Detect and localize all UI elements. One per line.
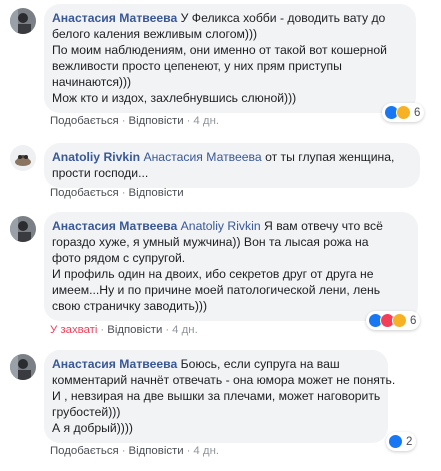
comment-text-line: имеем...Ну и по причине моей патологичес… (52, 283, 381, 297)
comment-actions: У захваті · Відповісти · 4 дн. (50, 324, 198, 336)
comment-timestamp[interactable]: 4 дн. (193, 445, 219, 457)
love-reaction-button[interactable]: У захваті (50, 324, 97, 336)
comment-bubble: Anatoliy Rivkin Анастасия Матвеева от ты… (44, 143, 420, 188)
haha-icon (396, 105, 411, 120)
avatar[interactable] (10, 354, 36, 380)
avatar[interactable] (10, 8, 36, 34)
comment-bubble: Анастасия Матвеева Боюсь, если супруга н… (44, 350, 396, 443)
comment-text-line: Мож кто и издох, захлебнувшись слюной))) (52, 91, 297, 105)
comment-text-line: вежливости просто цепенеют, у них прям п… (52, 59, 342, 73)
comment-timestamp[interactable]: 4 дн. (172, 324, 198, 336)
like-button[interactable]: Подобається (50, 445, 119, 457)
comment-text-line: И , невзирая на две вышки за плечами, мо… (52, 389, 381, 403)
comment-author[interactable]: Анастасия Матвеева (52, 357, 177, 371)
like-button[interactable]: Подобається (50, 187, 119, 199)
like-button[interactable]: Подобається (50, 115, 119, 127)
comment-text-line: А я добрый)))) (52, 421, 133, 435)
comment-author[interactable]: Анастасия Матвеева (52, 11, 177, 25)
comment-text-line: белого каления вежливым слогом))) (52, 27, 258, 41)
comment-text-line: комментарий начнёт отвечать - она юмора … (52, 373, 396, 387)
reactions-summary[interactable]: 2 (386, 432, 417, 451)
reaction-count: 6 (414, 106, 421, 119)
mention-link[interactable]: Anatoliy Rivkin (181, 219, 261, 233)
haha-icon (392, 313, 407, 328)
comment-text-line: грубостей))) (52, 405, 121, 419)
reply-button[interactable]: Відповісти (128, 115, 183, 127)
reaction-count: 6 (410, 314, 417, 327)
comment-bubble: Анастасия Матвеева У Феликса хобби - дов… (44, 4, 416, 113)
comment-timestamp[interactable]: 4 дн. (193, 115, 219, 127)
comment-author[interactable]: Anatoliy Rivkin (52, 150, 140, 164)
comment-text-line: прости господи... (52, 166, 149, 180)
like-icon (388, 434, 403, 449)
comment-bubble: Анастасия Матвеева Anatoliy Rivkin Я вам… (44, 212, 418, 321)
reply-button[interactable]: Відповісти (107, 324, 162, 336)
comment-author[interactable]: Анастасия Матвеева (52, 219, 177, 233)
comment-text-line: гораздо хуже, я умный мужчина)) Вон та л… (52, 235, 369, 249)
comment-text-line: И профиль один на двоих, ибо секретов др… (52, 267, 374, 281)
comment-text-line: фото рядом с супругой. (52, 251, 186, 265)
comment-text-line: начинаются))) (52, 75, 132, 89)
reactions-summary[interactable]: 6 (366, 311, 421, 330)
comment-text-line: Боюсь, если супруга на ваш (180, 357, 340, 371)
comment-actions: Подобається · Відповісти · 4 дн. (50, 445, 220, 457)
comment-text-line: Я вам отвечу что всё (264, 219, 383, 233)
comment-actions: Подобається · Відповісти (50, 187, 184, 199)
reactions-summary[interactable]: 6 (382, 103, 425, 122)
reply-button[interactable]: Відповісти (128, 187, 183, 199)
comment-text-line: У Феликса хобби - доводить вату до (180, 11, 386, 25)
comment-text-line: свою страничку заводить))) (52, 299, 208, 313)
reaction-count: 2 (406, 435, 413, 448)
comment-text-line: от ты глупая женщина, (265, 150, 395, 164)
comment-actions: Подобається · Відповісти · 4 дн. (50, 115, 220, 127)
comment-text-line: По моим наблюдениям, они именно от такой… (52, 43, 387, 57)
reply-button[interactable]: Відповісти (128, 445, 183, 457)
avatar[interactable] (10, 145, 36, 171)
mention-link[interactable]: Анастасия Матвеева (143, 150, 261, 164)
avatar[interactable] (10, 216, 36, 242)
